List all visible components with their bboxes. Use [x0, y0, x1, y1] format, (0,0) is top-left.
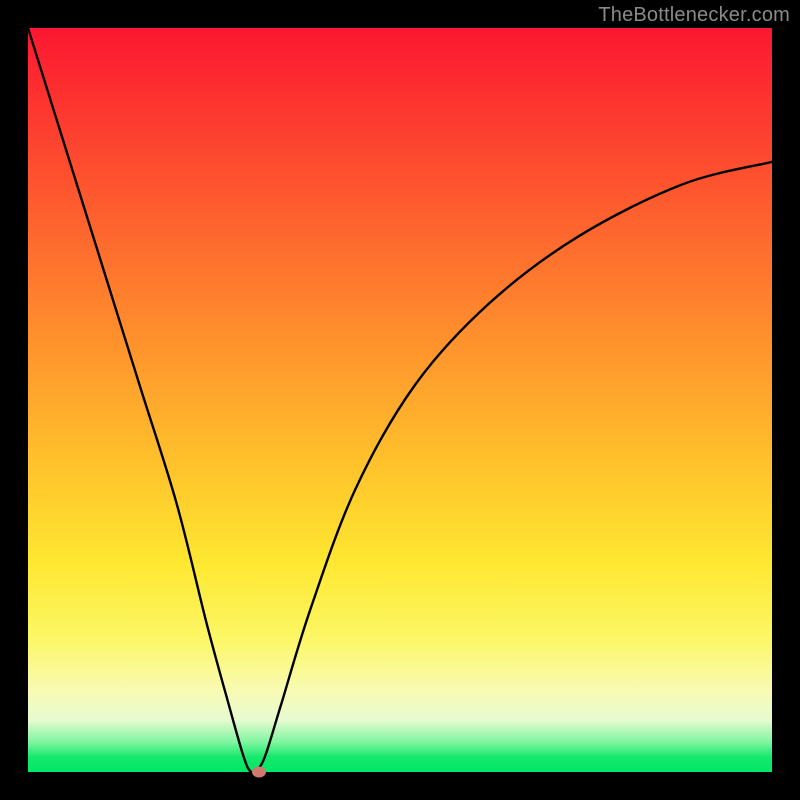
optimum-marker [252, 767, 266, 778]
bottleneck-curve-path [28, 28, 772, 772]
plot-area [28, 28, 772, 772]
curve-svg [28, 28, 772, 772]
chart-frame: TheBottlenecker.com [0, 0, 800, 800]
watermark-text: TheBottlenecker.com [598, 4, 790, 27]
